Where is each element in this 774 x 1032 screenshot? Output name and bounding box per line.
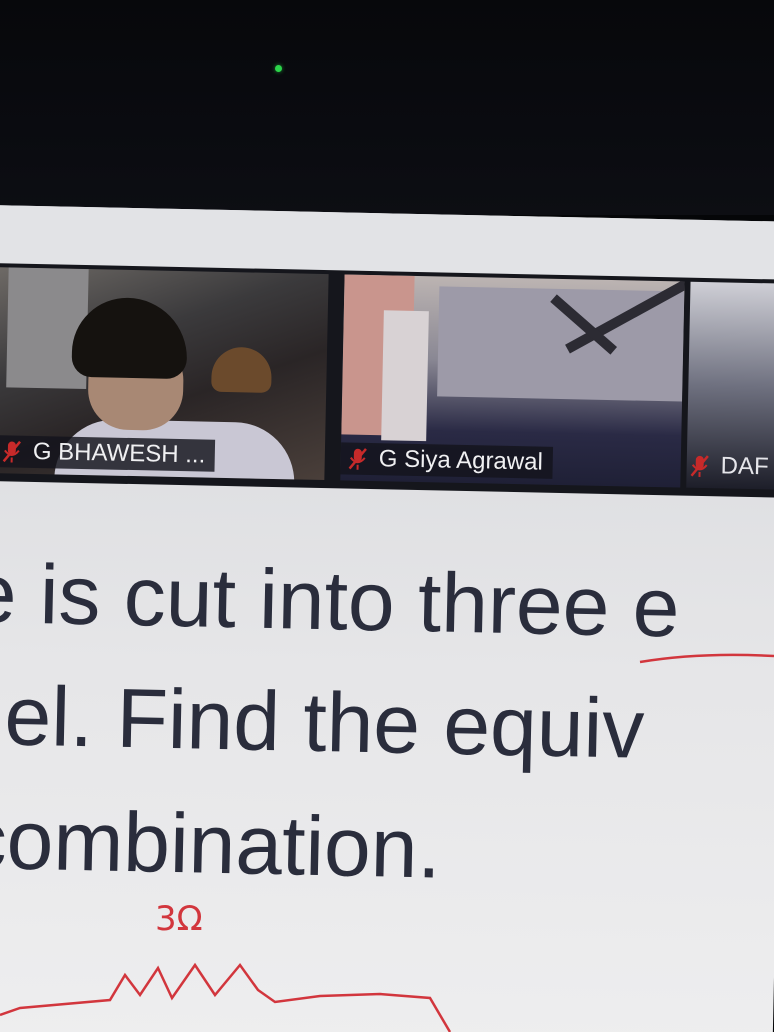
camera-led-icon <box>275 65 282 72</box>
participant-name: G Siya Agrawal <box>378 445 544 476</box>
monitor-bezel <box>0 0 774 215</box>
muted-mic-icon <box>2 439 22 463</box>
photo-frame: G BHAWESH ... G Siya Agrawal DAF e is cu… <box>0 0 774 1032</box>
meeting-screen: G BHAWESH ... G Siya Agrawal DAF e is cu… <box>0 205 774 1032</box>
slide-text-line: combination. <box>0 791 442 896</box>
video-background <box>211 346 273 393</box>
participant-tile[interactable]: DAF <box>686 281 774 490</box>
participant-name-label: DAF <box>686 450 774 484</box>
participant-name-label: G Siya Agrawal <box>340 442 554 479</box>
muted-mic-icon <box>348 447 367 471</box>
participant-tile[interactable]: G Siya Agrawal <box>340 274 685 488</box>
slide-text-line: llel. Find the equiv <box>0 667 646 776</box>
muted-mic-icon <box>690 454 709 478</box>
slide-text-line: e is cut into three e <box>0 545 681 655</box>
participant-video-person <box>71 296 189 380</box>
participant-strip: G BHAWESH ... G Siya Agrawal DAF <box>0 262 774 498</box>
participant-tile[interactable]: G BHAWESH ... <box>0 267 329 481</box>
participant-name-label: G BHAWESH ... <box>0 435 216 472</box>
participant-name: G BHAWESH ... <box>32 437 206 469</box>
video-background <box>381 310 429 442</box>
participant-name: DAF <box>720 452 769 481</box>
